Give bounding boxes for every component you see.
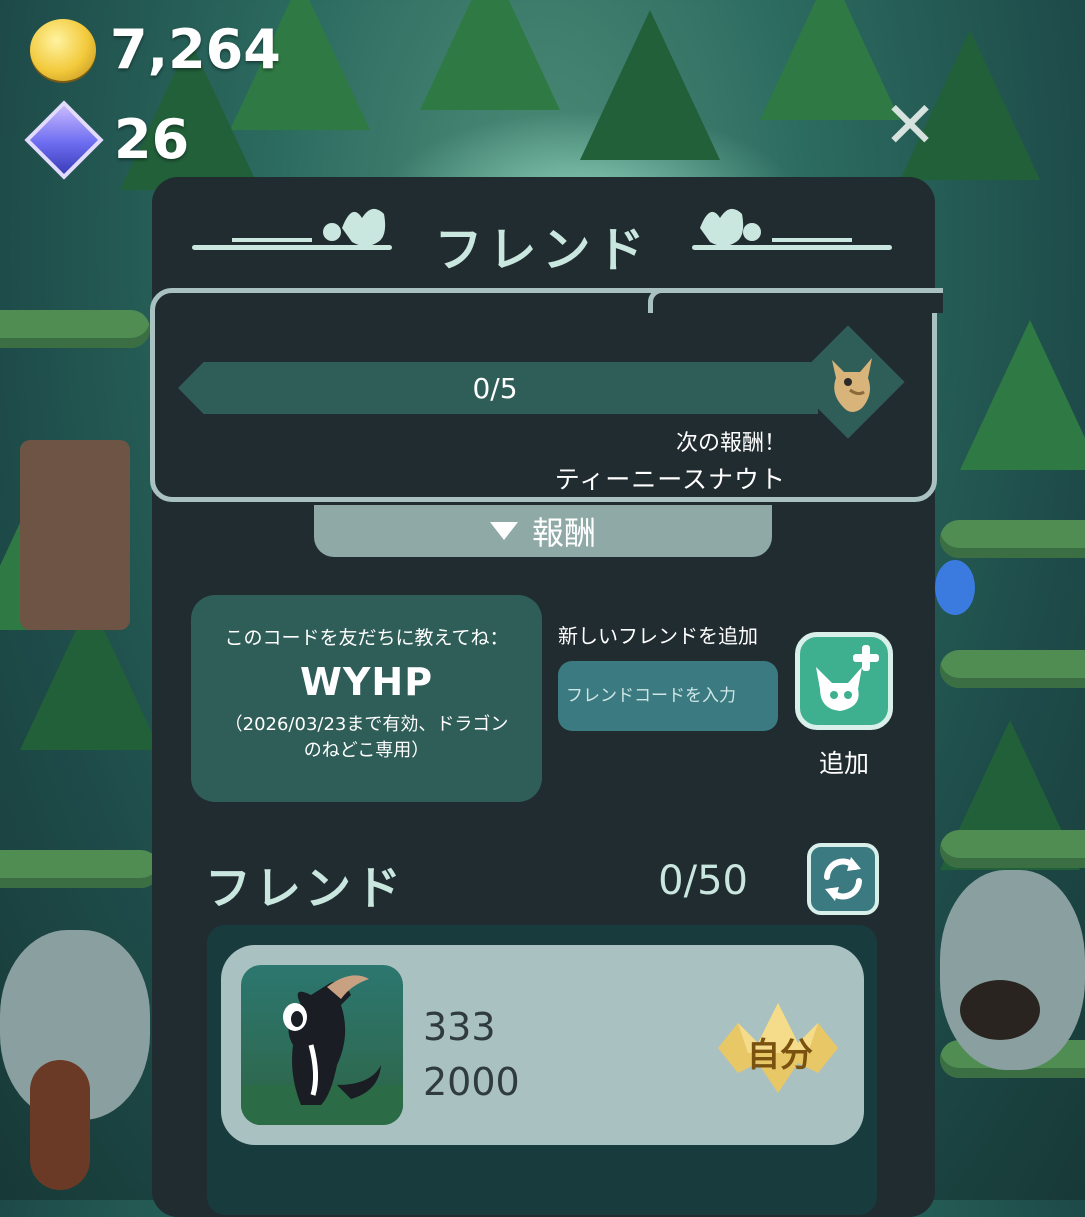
- add-friend-label: 新しいフレンドを追加: [558, 624, 758, 648]
- friends-count: 0/50: [658, 858, 748, 904]
- rewards-toggle-label: 報酬: [531, 514, 596, 552]
- background-tree: [580, 10, 720, 160]
- refresh-button[interactable]: [807, 843, 879, 915]
- background-creature: [30, 1060, 90, 1190]
- avatar: [241, 965, 403, 1125]
- background-tree: [960, 320, 1085, 470]
- next-reward-name: ティーニースナウト: [554, 465, 786, 494]
- grass-ledge: [0, 850, 160, 888]
- grass-ledge: [940, 520, 1085, 558]
- title-decoration-right: [692, 208, 892, 250]
- reward-creature-icon: [832, 358, 872, 412]
- coin-counter: 7,264: [30, 18, 281, 81]
- friend-code-input[interactable]: [558, 661, 778, 731]
- add-friend-button-label: 追加: [818, 749, 869, 778]
- cat-ears-icon: [700, 208, 852, 246]
- friend-code-card: このコードを友だちに教えてね： WYHP （2026/03/23まで有効、ドラゴ…: [191, 595, 542, 802]
- friend-code: WYHP: [299, 660, 434, 704]
- gem-counter: 26: [24, 99, 190, 180]
- reward-box-notch: [648, 288, 943, 313]
- grass-ledge: [940, 650, 1085, 688]
- coin-icon: [30, 18, 96, 81]
- black-dragon-avatar-icon: [241, 975, 403, 1125]
- background-rock: [940, 870, 1085, 1070]
- close-button[interactable]: ✕: [880, 94, 940, 158]
- rewards-toggle-button[interactable]: 報酬: [314, 505, 772, 557]
- background-tree: [760, 0, 900, 120]
- self-badge-label: 自分: [747, 1035, 813, 1074]
- gem-amount: 26: [114, 108, 190, 171]
- friend-code-note: （2026/03/23まで有効、ドラゴンのねどこ専用）: [224, 714, 509, 761]
- friend-score: 2000: [423, 1060, 520, 1104]
- grass-ledge: [0, 310, 150, 348]
- friends-list-title: フレンド: [205, 861, 405, 915]
- next-reward-label: 次の報酬！: [675, 431, 786, 456]
- coin-amount: 7,264: [110, 18, 281, 81]
- add-friend-icon: [816, 645, 879, 711]
- background-creature: [960, 980, 1040, 1040]
- treehouse: [20, 440, 130, 630]
- grass-ledge: [940, 830, 1085, 868]
- progress-text: 0/5: [472, 372, 518, 405]
- background-creature: [935, 560, 975, 615]
- background-tree: [420, 0, 560, 110]
- triangle-down-icon: [489, 522, 518, 540]
- refresh-icon: [824, 857, 862, 901]
- friend-code-label: このコードを友だちに教えてね：: [224, 627, 509, 649]
- gem-icon: [24, 99, 104, 180]
- add-friend-button[interactable]: [795, 632, 893, 730]
- friend-name: 333: [423, 1005, 496, 1049]
- close-icon: ✕: [883, 89, 937, 163]
- panel-title: フレンド: [434, 222, 651, 278]
